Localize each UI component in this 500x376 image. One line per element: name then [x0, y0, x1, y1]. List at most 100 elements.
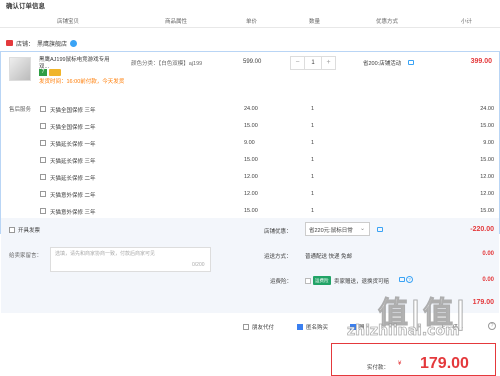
product-subtotal: 399.00 — [470, 58, 492, 65]
pay-summary-box — [331, 343, 496, 376]
pay-amount: 179.00 — [420, 355, 469, 372]
service-subtotal: 12.00 — [480, 191, 494, 197]
col-discount: 优惠方式 — [376, 19, 399, 25]
service-checkbox[interactable] — [40, 208, 46, 214]
shop-label: 店铺： — [16, 41, 35, 48]
insurance-checkbox[interactable] — [305, 278, 311, 284]
seller-message-input[interactable]: 选填，请先和商家协商一致，付款后商家可见 — [50, 247, 211, 272]
service-price: 9.00 — [244, 140, 255, 146]
service-qty: 1 — [311, 174, 315, 180]
insurance-text: 卖家赠送，退换货可赔 — [334, 279, 390, 285]
qty-increase-button[interactable]: + — [322, 57, 335, 69]
col-attributes: 商品属性 — [165, 19, 188, 25]
service-row: 天猫延长保修 一年 9.00 1 9.00 — [0, 139, 500, 156]
product-tags: 7 — [39, 69, 61, 76]
col-quantity: 数量 — [309, 19, 321, 25]
service-checkbox[interactable] — [40, 106, 46, 112]
col-subtotal: 小计 — [461, 19, 473, 25]
service-row: 天猫延长保修 三年 15.00 1 15.00 — [0, 156, 500, 173]
col-unit-price: 单价 — [246, 19, 258, 25]
product-spec: 颜色分类：【白色双模】aj199 — [131, 61, 203, 67]
coupon-select[interactable]: 省220元:鼠标日常 ⌄ — [305, 222, 370, 236]
shipping-method: 普通配送 快递 免邮 — [305, 254, 353, 260]
contact-seller-icon[interactable] — [70, 39, 78, 47]
service-qty: 1 — [311, 106, 315, 112]
service-checkbox[interactable] — [40, 191, 46, 197]
watermark-url: zhizhiinai.com — [347, 323, 460, 340]
col-shop-item: 店铺宝贝 — [57, 19, 80, 25]
anonymous-checkbox[interactable] — [297, 324, 303, 330]
service-price: 15.00 — [244, 208, 258, 214]
service-subtotal: 12.00 — [480, 174, 494, 180]
service-row: 天猫意外保修 二年 12.00 1 12.00 — [0, 190, 500, 207]
coupon-selected: 省220元:鼠标日常 — [309, 228, 353, 234]
options-help-icon[interactable]: ? — [488, 322, 496, 330]
shop-name-link[interactable]: 黑鹰旗舰店 — [37, 39, 67, 48]
service-qty: 1 — [311, 140, 315, 146]
pay-label: 实付款： — [367, 365, 390, 371]
qty-input[interactable]: 1 — [304, 57, 322, 69]
coupon-label: 店铺优惠： — [264, 229, 292, 235]
service-checkbox[interactable] — [40, 157, 46, 163]
service-price: 12.00 — [244, 191, 258, 197]
service-row: 天猫全国保修 三年 24.00 1 24.00 — [0, 105, 500, 122]
invoice-checkbox[interactable] — [9, 227, 15, 233]
coupon-value: -220.00 — [470, 226, 494, 233]
service-price: 15.00 — [244, 157, 258, 163]
ship-time-note: 发货时间：16:00前付款，今天发货 — [39, 79, 125, 85]
service-qty: 1 — [311, 123, 315, 129]
service-row: 天猫延长保修 二年 12.00 1 12.00 — [0, 173, 500, 190]
shop-icon — [6, 40, 13, 46]
shop-total: 179.00 — [472, 299, 494, 306]
page-title: 确认订单信息 — [6, 3, 45, 10]
option-anonymous[interactable]: 匿名购买 — [297, 323, 328, 331]
insurance-label: 运费险： — [270, 279, 293, 285]
shipping-label: 运送方式： — [264, 254, 292, 260]
qty-decrease-button[interactable]: − — [291, 57, 304, 69]
friend-pay-checkbox[interactable] — [243, 324, 249, 330]
service-checkbox[interactable] — [40, 123, 46, 129]
service-price: 15.00 — [244, 123, 258, 129]
column-header: 店铺宝贝 商品属性 单价 数量 优惠方式 小计 — [0, 15, 500, 28]
service-qty: 1 — [311, 208, 315, 214]
service-subtotal: 9.00 — [483, 140, 494, 146]
seven-day-return-icon: 7 — [39, 69, 47, 76]
promo-text: 省200:店铺活动 — [363, 61, 402, 67]
insurance-badge: 运费险 — [313, 276, 331, 285]
service-subtotal: 15.00 — [480, 208, 494, 214]
service-name: 天猫全国保修 三年 — [50, 108, 96, 114]
service-qty: 1 — [311, 157, 315, 163]
help-icon[interactable]: ? — [406, 276, 413, 283]
product-thumbnail[interactable] — [9, 57, 31, 81]
service-name: 天猫延长保修 一年 — [50, 142, 96, 148]
unit-price: 599.00 — [243, 59, 262, 65]
shipping-fee: 0.00 — [482, 251, 494, 257]
option-friend-pay[interactable]: 朋友代付 — [243, 323, 274, 331]
service-subtotal: 15.00 — [480, 123, 494, 129]
invoice-label: 开具发票 — [18, 228, 41, 234]
pay-currency: ¥ — [398, 361, 402, 367]
service-qty: 1 — [311, 191, 315, 197]
credit-card-icon — [49, 69, 61, 76]
message-char-count: 0/200 — [192, 262, 205, 268]
insurance-info-icon[interactable] — [399, 277, 405, 282]
service-name: 天猫意外保修 二年 — [50, 193, 96, 199]
promo-info-icon[interactable] — [408, 60, 414, 65]
service-checkbox[interactable] — [40, 140, 46, 146]
insurance-fee: 0.00 — [482, 277, 494, 283]
friend-pay-label: 朋友代付 — [252, 325, 275, 331]
service-checkbox[interactable] — [40, 174, 46, 180]
service-subtotal: 15.00 — [480, 157, 494, 163]
service-row: 天猫全国保修 二年 15.00 1 15.00 — [0, 122, 500, 139]
chevron-down-icon: ⌄ — [359, 226, 365, 232]
service-price: 24.00 — [244, 106, 258, 112]
quantity-stepper: − 1 + — [290, 56, 336, 70]
service-name: 天猫全国保修 二年 — [50, 125, 96, 131]
service-subtotal: 24.00 — [480, 106, 494, 112]
service-name: 天猫延长保修 二年 — [50, 176, 96, 182]
shop-line: 店铺： 黑鹰旗舰店 — [6, 37, 78, 49]
invoice-option[interactable]: 开具发票 — [9, 226, 40, 234]
service-name: 天猫意外保修 三年 — [50, 210, 96, 216]
service-name: 天猫延长保修 三年 — [50, 159, 96, 165]
coupon-info-icon[interactable] — [377, 227, 383, 232]
